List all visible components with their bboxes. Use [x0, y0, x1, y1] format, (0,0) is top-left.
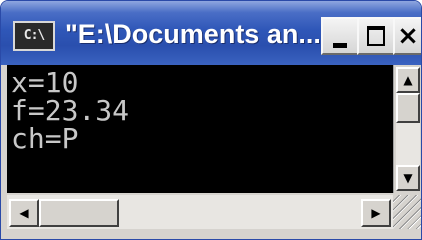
arrow-down-icon: ▼ [403, 171, 413, 185]
close-button[interactable]: × [393, 17, 421, 55]
console-line: ch=P [11, 122, 79, 155]
scroll-up-button[interactable]: ▲ [396, 67, 420, 93]
scroll-left-button[interactable]: ◀ [9, 199, 39, 227]
console-output[interactable]: x=10 f=23.34 ch=P [7, 65, 393, 193]
maximize-button[interactable] [357, 17, 395, 55]
console-line: f=23.34 [11, 94, 130, 127]
vertical-scroll-thumb[interactable] [396, 93, 420, 123]
console-line: x=10 [11, 66, 79, 99]
window-bottom-frame [1, 229, 421, 239]
minimize-icon [333, 43, 347, 48]
scroll-down-button[interactable]: ▼ [396, 165, 420, 191]
arrow-left-icon: ◀ [19, 206, 29, 220]
window-title: "E:\Documents an... [65, 19, 321, 49]
horizontal-scroll-thumb[interactable] [39, 199, 119, 227]
console-app-icon[interactable]: C:\ [13, 21, 55, 51]
console-window: C:\ "E:\Documents an... × x=10 f=23.34 c… [0, 0, 422, 240]
horizontal-scrollbar[interactable]: ◀ ▶ [7, 195, 393, 229]
arrow-right-icon: ▶ [371, 206, 381, 220]
vertical-scrollbar[interactable]: ▲ ▼ [393, 65, 421, 193]
title-bar[interactable]: C:\ "E:\Documents an... × [1, 1, 421, 65]
vertical-scroll-track[interactable] [396, 123, 420, 165]
scroll-right-button[interactable]: ▶ [361, 199, 391, 227]
minimize-button[interactable] [321, 17, 359, 55]
maximize-icon [367, 26, 385, 46]
arrow-up-icon: ▲ [403, 73, 413, 87]
close-icon: × [397, 21, 419, 51]
resize-grip-icon[interactable] [393, 195, 421, 229]
